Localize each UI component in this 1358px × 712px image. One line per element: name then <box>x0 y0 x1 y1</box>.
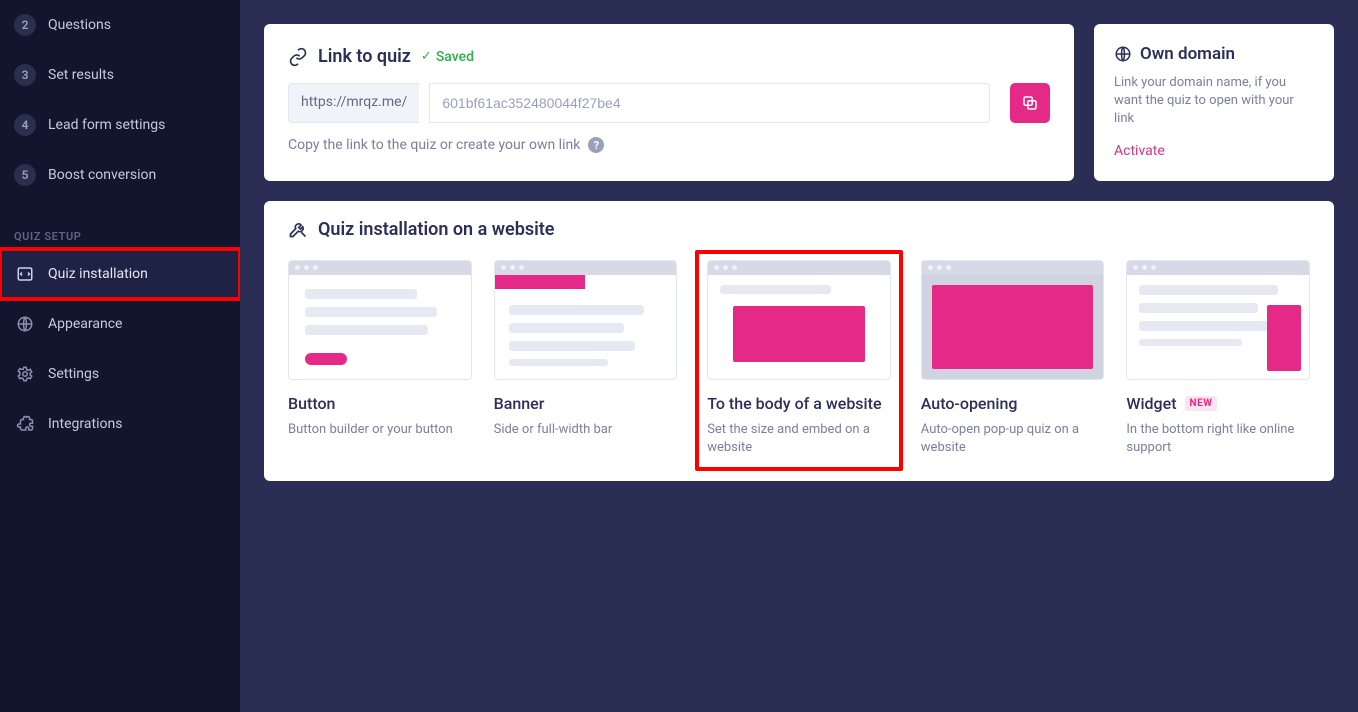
option-title: Button <box>288 394 472 413</box>
globe-icon <box>14 313 36 335</box>
option-preview <box>288 260 472 380</box>
sidebar-section-label: QUIZ SETUP <box>0 212 240 249</box>
sidebar-item-quiz-installation[interactable]: Quiz installation <box>0 249 240 299</box>
install-option-widget[interactable]: Widget NEW In the bottom right like onli… <box>1126 260 1310 457</box>
sidebar-item-label: Integrations <box>48 416 122 432</box>
url-prefix: https://mrqz.me/ <box>288 83 419 123</box>
card-title: Quiz installation on a website <box>288 219 1310 240</box>
option-title: Auto-opening <box>921 394 1105 413</box>
step-set-results[interactable]: 3 Set results <box>0 50 240 100</box>
card-title-text: Own domain <box>1140 44 1235 64</box>
main-content: Link to quiz ✓ Saved https://mrqz.me/ <box>240 0 1358 712</box>
copy-link-button[interactable] <box>1010 83 1050 123</box>
option-desc: Button builder or your button <box>288 421 472 439</box>
puzzle-icon <box>14 413 36 435</box>
step-label: Questions <box>48 17 111 33</box>
gear-icon <box>14 363 36 385</box>
option-preview <box>921 260 1105 380</box>
step-label: Lead form settings <box>48 117 165 133</box>
globe-icon <box>1114 45 1132 63</box>
sidebar: 2 Questions 3 Set results 4 Lead form se… <box>0 0 240 712</box>
option-title: Widget NEW <box>1126 394 1310 413</box>
step-lead-form-settings[interactable]: 4 Lead form settings <box>0 100 240 150</box>
help-icon[interactable]: ? <box>588 137 604 153</box>
sidebar-item-appearance[interactable]: Appearance <box>0 299 240 349</box>
new-badge: NEW <box>1185 396 1218 411</box>
own-domain-card: Own domain Link your domain name, if you… <box>1094 24 1334 181</box>
saved-badge: ✓ Saved <box>421 49 474 65</box>
copy-icon <box>1021 94 1039 112</box>
card-desc: Link your domain name, if you want the q… <box>1114 74 1314 129</box>
tools-icon <box>288 219 308 239</box>
sidebar-item-label: Appearance <box>48 316 122 332</box>
step-list: 2 Questions 3 Set results 4 Lead form se… <box>0 0 240 212</box>
link-icon <box>288 47 308 67</box>
quiz-url-row: https://mrqz.me/ <box>288 83 1050 123</box>
saved-label: Saved <box>436 49 474 65</box>
quiz-url-input[interactable] <box>429 83 990 123</box>
install-option-banner[interactable]: Banner Side or full-width bar <box>494 260 678 457</box>
activate-link[interactable]: Activate <box>1114 143 1165 159</box>
option-title: To the body of a website <box>707 394 891 413</box>
option-desc: In the bottom right like online support <box>1126 421 1310 457</box>
install-options: Button Button builder or your button <box>288 260 1310 457</box>
card-title-text: Quiz installation on a website <box>318 219 555 240</box>
step-label: Boost conversion <box>48 167 156 183</box>
install-option-button[interactable]: Button Button builder or your button <box>288 260 472 457</box>
step-number: 2 <box>14 14 36 36</box>
install-option-body[interactable]: To the body of a website Set the size an… <box>695 250 903 471</box>
option-preview <box>1126 260 1310 380</box>
step-questions[interactable]: 2 Questions <box>0 0 240 50</box>
step-number: 3 <box>14 64 36 86</box>
code-icon <box>14 263 36 285</box>
card-title-text: Link to quiz <box>318 46 411 67</box>
sidebar-item-label: Quiz installation <box>48 266 148 282</box>
card-title: Own domain <box>1114 44 1314 64</box>
sidebar-item-settings[interactable]: Settings <box>0 349 240 399</box>
sidebar-item-label: Settings <box>48 366 99 382</box>
step-label: Set results <box>48 67 114 83</box>
card-title: Link to quiz ✓ Saved <box>288 46 1050 67</box>
option-desc: Side or full-width bar <box>494 421 678 439</box>
sidebar-item-integrations[interactable]: Integrations <box>0 399 240 449</box>
step-boost-conversion[interactable]: 5 Boost conversion <box>0 150 240 200</box>
step-number: 5 <box>14 164 36 186</box>
step-number: 4 <box>14 114 36 136</box>
option-preview <box>707 260 891 380</box>
option-preview <box>494 260 678 380</box>
option-desc: Auto-open pop-up quiz on a website <box>921 421 1105 457</box>
option-title-text: Widget <box>1126 394 1176 413</box>
option-title: Banner <box>494 394 678 413</box>
help-text: Copy the link to the quiz or create your… <box>288 137 580 153</box>
check-icon: ✓ <box>421 49 432 64</box>
help-row: Copy the link to the quiz or create your… <box>288 137 1050 153</box>
option-desc: Set the size and embed on a website <box>707 421 891 457</box>
install-option-auto[interactable]: Auto-opening Auto-open pop-up quiz on a … <box>921 260 1105 457</box>
quiz-installation-card: Quiz installation on a website Butto <box>264 201 1334 481</box>
link-to-quiz-card: Link to quiz ✓ Saved https://mrqz.me/ <box>264 24 1074 181</box>
